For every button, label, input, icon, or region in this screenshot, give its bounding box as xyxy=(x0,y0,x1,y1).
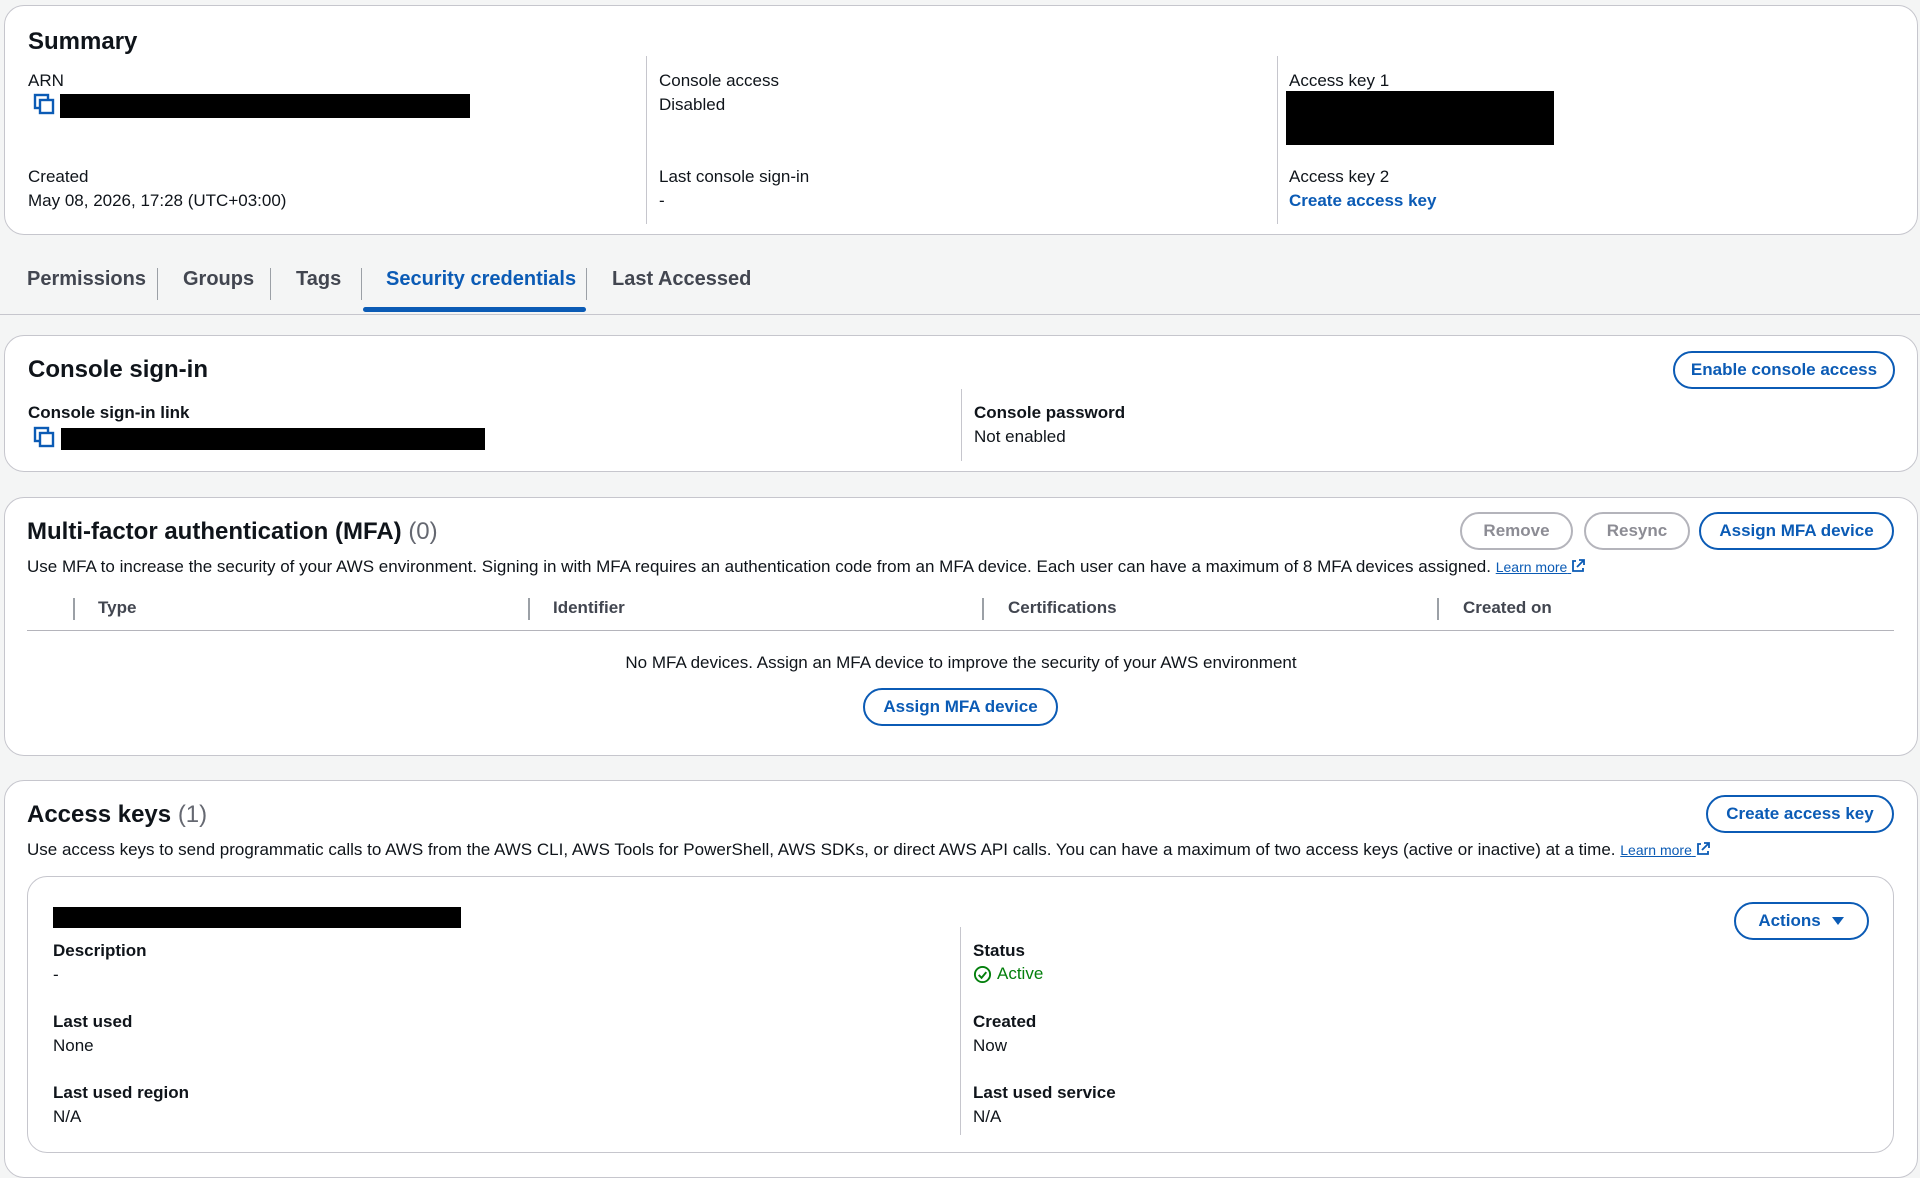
console-access-label: Console access xyxy=(659,71,780,90)
create-access-key-link[interactable]: Create access key xyxy=(1289,191,1436,211)
copy-icon[interactable] xyxy=(33,93,55,115)
console-access-value: Disabled xyxy=(659,95,726,114)
access-keys-learn-more-link[interactable]: Learn more xyxy=(1620,842,1710,858)
actions-button[interactable]: Actions xyxy=(1734,902,1869,940)
column-certifications[interactable]: Certifications xyxy=(1008,598,1117,618)
tab-tags[interactable]: Tags xyxy=(296,268,341,291)
external-link-icon xyxy=(1572,559,1586,572)
summary-title: Summary xyxy=(28,28,138,55)
summary-divider-2 xyxy=(1277,56,1278,224)
column-separator xyxy=(528,598,530,620)
column-separator xyxy=(73,598,75,620)
arn-label: ARN xyxy=(28,71,64,90)
remove-mfa-button[interactable]: Remove xyxy=(1460,512,1573,550)
access-key1-label: Access key 1 xyxy=(1289,71,1390,90)
key-card-divider xyxy=(960,927,961,1135)
external-link-icon xyxy=(1696,842,1710,855)
access-keys-title-text: Access keys xyxy=(27,801,172,828)
status-badge: Active xyxy=(973,964,1043,984)
check-circle-icon xyxy=(973,965,992,983)
enable-console-access-button[interactable]: Enable console access xyxy=(1673,351,1895,389)
console-password-value: Not enabled xyxy=(974,427,1066,446)
mfa-title-text: Multi-factor authentication (MFA) xyxy=(27,518,402,545)
actions-button-label: Actions xyxy=(1758,911,1821,930)
access-key-id-redacted xyxy=(53,907,461,928)
column-separator xyxy=(1437,598,1439,620)
access-keys-learn-more-text: Learn more xyxy=(1620,842,1692,858)
description-value: - xyxy=(53,965,59,984)
tab-separator xyxy=(361,268,362,300)
access-keys-count: (1) xyxy=(177,801,208,828)
arn-value-redacted xyxy=(60,94,470,118)
access-keys-description-text: Use access keys to send programmatic cal… xyxy=(27,840,1616,859)
description-label: Description xyxy=(53,941,147,960)
create-access-key-button[interactable]: Create access key xyxy=(1706,795,1894,833)
summary-panel: Summary ARN Created May 08, 2026, 17:28 … xyxy=(4,5,1918,235)
console-password-label: Console password xyxy=(974,403,1126,422)
mfa-count: (0) xyxy=(408,518,438,545)
signin-link-label: Console sign-in link xyxy=(28,403,190,422)
empty-assign-mfa-button[interactable]: Assign MFA device xyxy=(863,688,1058,726)
column-created-on[interactable]: Created on xyxy=(1463,598,1552,618)
status-label: Status xyxy=(973,941,1025,960)
console-signin-panel: Console sign-in Enable console access Co… xyxy=(4,335,1918,472)
tab-last-accessed[interactable]: Last Accessed xyxy=(612,268,751,291)
mfa-learn-more-link[interactable]: Learn more xyxy=(1495,559,1586,575)
key-created-value: Now xyxy=(973,1036,1008,1055)
created-label: Created xyxy=(28,167,89,186)
tab-separator xyxy=(270,268,271,300)
tab-permissions[interactable]: Permissions xyxy=(27,268,146,291)
last-signin-value: - xyxy=(659,191,665,210)
caret-down-icon xyxy=(1831,917,1844,925)
last-used-region-label: Last used region xyxy=(53,1083,190,1102)
summary-divider-1 xyxy=(646,56,647,224)
tab-separator xyxy=(157,268,158,300)
mfa-learn-more-text: Learn more xyxy=(1495,559,1568,575)
access-key-card: Actions Description - Last used None Las… xyxy=(27,876,1894,1153)
last-used-service-label: Last used service xyxy=(973,1083,1116,1102)
access-key1-redacted xyxy=(1286,91,1554,145)
last-used-value: None xyxy=(53,1036,94,1055)
mfa-description: Use MFA to increase the security of your… xyxy=(27,557,1586,577)
key-created-label: Created xyxy=(973,1012,1037,1031)
access-keys-description: Use access keys to send programmatic cal… xyxy=(27,840,1710,860)
column-type[interactable]: Type xyxy=(98,598,136,618)
tab-security-credentials[interactable]: Security credentials xyxy=(386,268,576,291)
access-key2-label: Access key 2 xyxy=(1289,167,1390,186)
last-used-region-value: N/A xyxy=(53,1107,82,1126)
access-keys-title: Access keys (1) xyxy=(27,801,207,829)
active-tab-indicator xyxy=(363,307,586,312)
mfa-description-text: Use MFA to increase the security of your… xyxy=(27,557,1491,576)
column-identifier[interactable]: Identifier xyxy=(553,598,625,618)
copy-icon[interactable] xyxy=(33,426,55,448)
console-signin-title: Console sign-in xyxy=(28,356,208,383)
column-separator xyxy=(982,598,984,620)
resync-mfa-button[interactable]: Resync xyxy=(1584,512,1690,550)
last-signin-label: Last console sign-in xyxy=(659,167,810,186)
console-divider xyxy=(961,389,962,461)
created-value: May 08, 2026, 17:28 (UTC+03:00) xyxy=(28,191,287,210)
last-used-label: Last used xyxy=(53,1012,133,1031)
tab-separator xyxy=(586,268,587,300)
last-used-service-value: N/A xyxy=(973,1107,1002,1126)
signin-link-redacted xyxy=(61,428,485,450)
status-value: Active xyxy=(997,964,1044,983)
table-header-line xyxy=(27,630,1894,631)
assign-mfa-device-button[interactable]: Assign MFA device xyxy=(1699,512,1894,550)
mfa-empty-message: No MFA devices. Assign an MFA device to … xyxy=(625,653,1297,672)
mfa-title: Multi-factor authentication (MFA) (0) xyxy=(27,518,438,546)
tab-bar-baseline xyxy=(0,314,1920,315)
tab-groups[interactable]: Groups xyxy=(183,268,254,291)
